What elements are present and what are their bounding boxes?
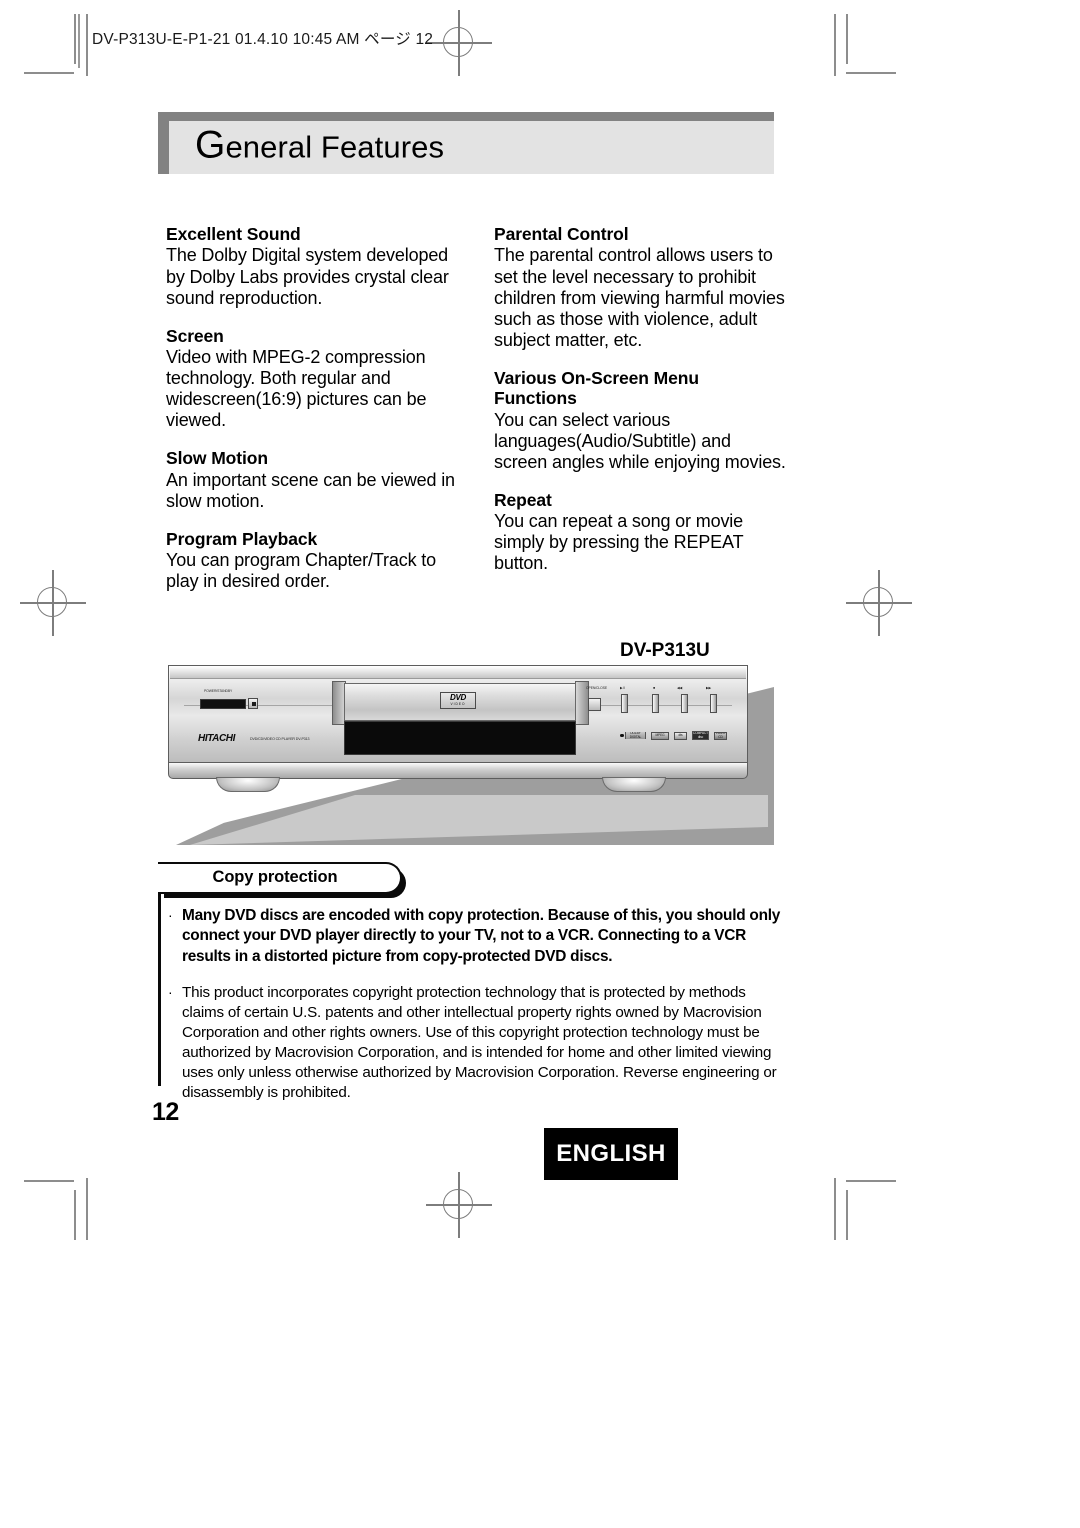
page-number: 12 xyxy=(152,1098,179,1126)
stop-label: ■ xyxy=(653,686,655,690)
feature-program-playback: Program Playback You can program Chapter… xyxy=(166,529,458,593)
language-badge: ENGLISH xyxy=(544,1128,678,1180)
dvd-logo-top-text: DVD xyxy=(450,693,466,702)
open-close-button[interactable] xyxy=(588,698,601,711)
mpeg-badge-icon: MPEG xyxy=(651,731,669,740)
feature-heading: Slow Motion xyxy=(166,448,268,469)
device-model-label: DV-P313U xyxy=(620,640,710,661)
play-pause-button[interactable] xyxy=(621,694,628,713)
device-foot-right xyxy=(602,777,666,792)
dolby-digital-badge-text: DOLBY DIGITAL xyxy=(625,732,646,739)
device-illustration: POWER/STANDBY DVD VIDEO OPEN/CLOSE ▶ II … xyxy=(168,665,774,845)
play-pause-label: ▶ II xyxy=(620,686,626,690)
feature-body: Video with MPEG-2 compression technology… xyxy=(166,347,427,431)
feature-heading: Excellent Sound xyxy=(166,224,301,244)
previous-button[interactable] xyxy=(681,694,688,713)
header-rule xyxy=(78,14,80,68)
registration-mark-right xyxy=(846,570,912,636)
list-bullet: · xyxy=(168,907,173,923)
page-title-initial: G xyxy=(195,122,226,166)
feature-excellent-sound: Excellent Sound The Dolby Digital system… xyxy=(166,224,458,309)
features-columns: Excellent Sound The Dolby Digital system… xyxy=(166,224,786,592)
compact-disc-badge-icon: COMPACT disc xyxy=(692,731,709,740)
video-cd-badge-icon: VIDEO CD xyxy=(714,731,727,740)
feature-heading: Parental Control xyxy=(494,224,629,244)
registration-mark-bottom-center xyxy=(426,1172,492,1238)
feature-body: You can repeat a song or movie simply by… xyxy=(494,511,744,574)
copy-protection-note: · Many DVD discs are encoded with copy p… xyxy=(168,906,790,967)
feature-heading: Repeat xyxy=(494,489,552,510)
language-badge-label: ENGLISH xyxy=(556,1140,666,1167)
hitachi-brand-logo: HITACHI xyxy=(198,733,236,744)
page-title: General Features xyxy=(195,125,445,165)
feature-slow-motion: Slow Motion An important scene can be vi… xyxy=(166,448,458,512)
dvd-player-front-panel: POWER/STANDBY DVD VIDEO OPEN/CLOSE ▶ II … xyxy=(168,665,748,792)
header-slug: DV-P313U-E-P1-21 01.4.10 10:45 AM ページ 12 xyxy=(92,31,434,48)
feature-heading: Screen xyxy=(166,325,224,346)
feature-body: You can program Chapter/Track to play in… xyxy=(166,550,437,592)
crop-mark-bottom-right xyxy=(834,1178,896,1240)
registration-mark-left xyxy=(20,570,86,636)
feature-repeat: Repeat You can repeat a song or movie si… xyxy=(494,490,786,575)
registration-mark-top-center xyxy=(426,10,492,76)
feature-body: An important scene can be viewed in slow… xyxy=(166,469,455,511)
copy-protection-note: · This product incorporates copyright pr… xyxy=(168,983,790,1103)
feature-parental-control: Parental Control The parental control al… xyxy=(494,224,786,351)
dvd-video-logo-icon: DVD VIDEO xyxy=(440,692,476,709)
previous-label: ◀◀ xyxy=(677,686,683,690)
dolby-dot-icon xyxy=(620,733,624,738)
feature-body: The parental control allows users to set… xyxy=(494,245,785,350)
features-left-column: Excellent Sound The Dolby Digital system… xyxy=(166,224,458,592)
copy-protection-note-text: This product incorporates copyright prot… xyxy=(182,983,777,1102)
next-button[interactable] xyxy=(710,694,717,713)
feature-heading: Various On-Screen Menu Functions xyxy=(494,367,699,409)
dvd-logo-bottom-text: VIDEO xyxy=(450,702,466,706)
features-right-column: Parental Control The parental control al… xyxy=(494,224,786,592)
list-bullet: · xyxy=(168,983,173,1000)
dts-badge-icon: dts xyxy=(674,731,687,740)
power-indicator-slot xyxy=(200,699,246,709)
copy-protection-left-rule xyxy=(158,862,161,1086)
copy-protection-tab: Copy protection xyxy=(158,862,402,894)
power-button[interactable] xyxy=(248,698,258,709)
open-close-label: OPEN/CLOSE xyxy=(586,686,608,690)
feature-body: You can select various languages(Audio/S… xyxy=(494,409,786,472)
stop-button[interactable] xyxy=(652,694,659,713)
crop-mark-top-right xyxy=(834,14,896,76)
crop-mark-bottom-left xyxy=(24,1178,88,1240)
copy-protection-note-text: Many DVD discs are encoded with copy pro… xyxy=(182,907,781,965)
feature-on-screen-menu-functions: Various On-Screen Menu Functions You can… xyxy=(494,368,786,473)
crop-mark-top-left xyxy=(24,14,88,76)
dolby-digital-badge-icon: DOLBY DIGITAL xyxy=(620,732,646,739)
device-foot-left xyxy=(216,777,280,792)
feature-heading: Program Playback xyxy=(166,528,318,549)
copy-protection-tab-label: Copy protection xyxy=(212,868,338,887)
copy-protection-notes: · Many DVD discs are encoded with copy p… xyxy=(168,906,790,1103)
device-model-description: DVD/CD/VIDEO CD PLAYER DV-P313 xyxy=(250,737,310,741)
next-label: ▶▶ xyxy=(706,686,712,690)
power-standby-label: POWER/STANDBY xyxy=(204,689,233,693)
feature-body: The Dolby Digital system developed by Do… xyxy=(166,245,449,308)
page-title-rest: eneral Features xyxy=(225,128,445,164)
device-top-edge xyxy=(170,667,746,679)
feature-screen: Screen Video with MPEG-2 compression tec… xyxy=(166,326,458,432)
front-panel-display xyxy=(344,721,576,755)
page-title-bar: General Features xyxy=(158,112,774,174)
format-badges: DOLBY DIGITAL MPEG dts COMPACT disc VIDE… xyxy=(620,731,727,740)
